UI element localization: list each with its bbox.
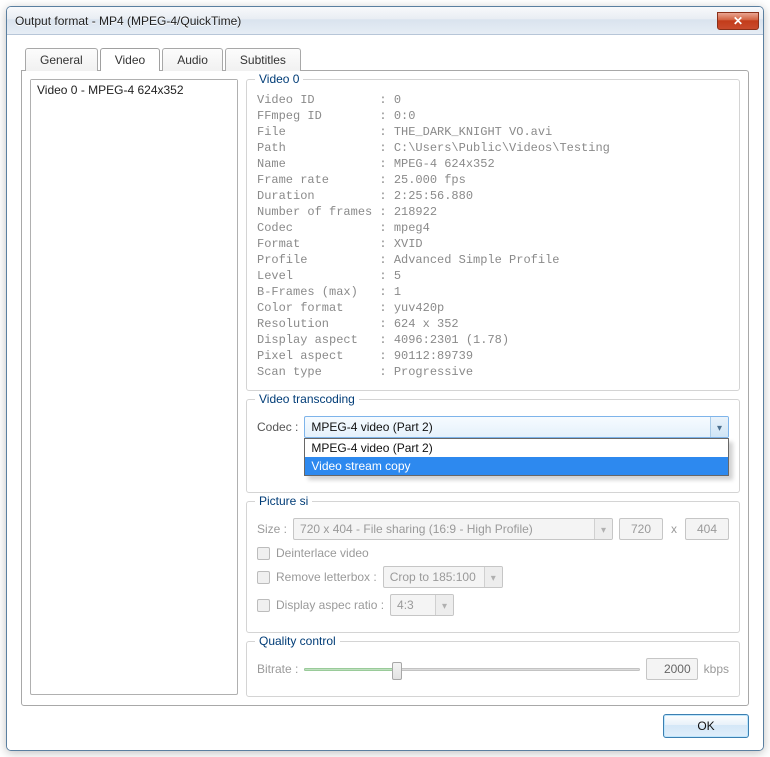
letterbox-label: Remove letterbox : [276,570,377,584]
size-preset-text: 720 x 404 - File sharing (16:9 - High Pr… [294,522,594,536]
width-field: 720 [619,518,663,540]
codec-dropdown-list: MPEG-4 video (Part 2) Video stream copy [304,438,729,476]
deinterlace-label: Deinterlace video [276,546,369,560]
window-title: Output format - MP4 (MPEG-4/QuickTime) [15,14,717,28]
tab-audio[interactable]: Audio [162,48,223,71]
tab-general[interactable]: General [25,48,98,71]
dialog-footer: OK [21,706,749,738]
slider-selection [304,668,396,671]
size-preset-dropdown: 720 x 404 - File sharing (16:9 - High Pr… [293,518,613,540]
codec-option[interactable]: MPEG-4 video (Part 2) [305,439,728,457]
aspect-label: Display aspec ratio : [276,598,384,612]
video-properties: Video ID : 0 FFmpeg ID : 0:0 File : THE_… [257,92,729,380]
ok-button[interactable]: OK [663,714,749,738]
group-title: Picture si [255,494,312,508]
tab-label: Subtitles [240,53,286,67]
group-quality: Quality control Bitrate : 2000 kbps [246,641,740,697]
close-button[interactable]: ✕ [717,12,759,30]
client-area: General Video Audio Subtitles Video 0 - … [7,35,763,750]
size-label: Size : [257,522,287,536]
option-label: MPEG-4 video (Part 2) [311,441,432,455]
chevron-down-icon [594,519,612,539]
height-field: 404 [685,518,729,540]
group-video-info: Video 0 Video ID : 0 FFmpeg ID : 0:0 Fil… [246,79,740,391]
button-label: OK [697,719,714,733]
codec-dropdown[interactable]: MPEG-4 video (Part 2) MPEG-4 video (Part… [304,416,729,438]
tab-label: Video [115,53,145,67]
group-picture-size: Picture si Size : 720 x 404 - File shari… [246,501,740,633]
right-column: Video 0 Video ID : 0 FFmpeg ID : 0:0 Fil… [246,79,740,695]
aspect-checkbox [257,599,270,612]
dialog-window: Output format - MP4 (MPEG-4/QuickTime) ✕… [6,6,764,751]
codec-selected: MPEG-4 video (Part 2) [305,420,710,434]
group-transcoding: Video transcoding Codec : MPEG-4 video (… [246,399,740,493]
tab-subtitles[interactable]: Subtitles [225,48,301,71]
aspect-dropdown: 4:3 [390,594,454,616]
chevron-down-icon [484,567,502,587]
tab-strip: General Video Audio Subtitles [21,47,749,70]
titlebar[interactable]: Output format - MP4 (MPEG-4/QuickTime) ✕ [7,7,763,35]
group-title: Video transcoding [255,392,359,406]
tab-panel-video: Video 0 - MPEG-4 624x352 Video 0 Video I… [21,70,749,706]
deinterlace-checkbox [257,547,270,560]
size-separator: x [669,522,679,536]
group-title: Quality control [255,634,340,648]
crop-text: Crop to 185:100 [384,570,484,584]
list-item[interactable]: Video 0 - MPEG-4 624x352 [31,80,237,100]
close-icon: ✕ [733,14,743,28]
letterbox-checkbox [257,571,270,584]
tab-video[interactable]: Video [100,48,160,71]
bitrate-unit: kbps [704,662,729,676]
aspect-text: 4:3 [391,598,435,612]
option-label: Video stream copy [311,459,410,473]
tab-label: Audio [177,53,208,67]
chevron-down-icon [435,595,453,615]
codec-label: Codec : [257,420,298,434]
tab-label: General [40,53,83,67]
group-title: Video 0 [255,72,303,86]
bitrate-field: 2000 [646,658,698,680]
codec-option[interactable]: Video stream copy [305,457,728,475]
bitrate-slider [304,658,639,680]
list-item-label: Video 0 - MPEG-4 624x352 [37,83,184,97]
crop-dropdown: Crop to 185:100 [383,566,503,588]
slider-thumb [392,662,402,680]
chevron-down-icon [710,417,728,437]
bitrate-label: Bitrate : [257,662,298,676]
video-stream-list[interactable]: Video 0 - MPEG-4 624x352 [30,79,238,695]
